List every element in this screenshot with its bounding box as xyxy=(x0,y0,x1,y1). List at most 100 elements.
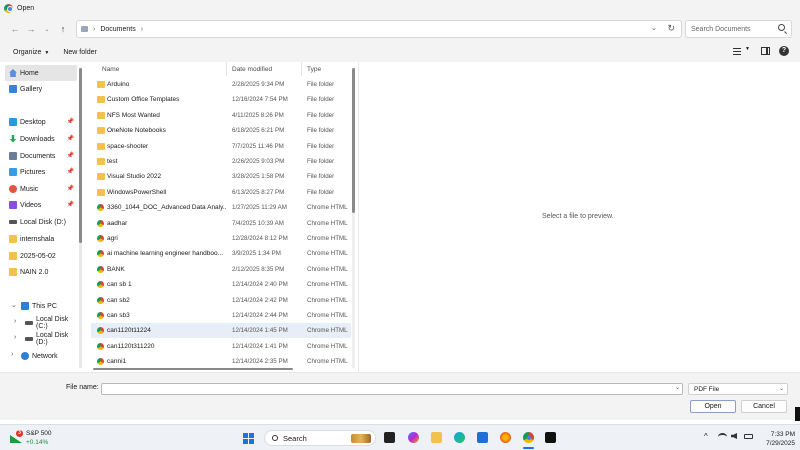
pane-divider xyxy=(358,62,359,372)
sidebar-item-pictures[interactable]: Pictures 📌 xyxy=(5,164,77,180)
help-icon[interactable]: ? xyxy=(779,46,789,56)
volume-icon[interactable] xyxy=(731,433,737,439)
file-row[interactable]: can1120t11224 12/14/2024 1:45 PM Chrome HT… xyxy=(91,323,351,339)
file-row[interactable]: BANK 2/12/2025 8:35 PM Chrome HTML xyxy=(91,262,351,277)
filetype-select[interactable]: PDF File ⌄ xyxy=(688,383,788,395)
chevron-down-icon[interactable]: ⌄ xyxy=(651,24,657,32)
sidebar-item-label: Pictures xyxy=(20,168,46,176)
edge-icon[interactable] xyxy=(454,432,465,443)
sidebar-item-music[interactable]: Music 📌 xyxy=(5,181,77,197)
chrome-icon[interactable] xyxy=(523,432,534,443)
refresh-icon[interactable]: ↻ xyxy=(667,23,675,34)
file-row[interactable]: NFS Most Wanted 4/11/2025 8:26 PM File fol… xyxy=(91,108,351,123)
scrollbar-thumb[interactable] xyxy=(352,68,355,213)
breadcrumb-separator-icon[interactable]: › xyxy=(93,26,95,33)
file-date: 12/16/2024 7:54 PM xyxy=(232,96,288,104)
open-button[interactable]: Open xyxy=(690,400,736,413)
horizontal-scrollbar[interactable] xyxy=(93,368,293,370)
terminal-icon[interactable] xyxy=(545,432,556,443)
file-row[interactable]: agri 12/28/2024 8:12 PM Chrome HTML xyxy=(91,231,351,246)
file-row[interactable]: can sb2 12/14/2024 2:42 PM Chrome HTML xyxy=(91,293,351,308)
firefox-icon[interactable] xyxy=(500,432,511,443)
file-type: Chrome HTML xyxy=(307,312,348,319)
folder-icon xyxy=(97,158,105,165)
file-row[interactable]: OneNote Notebooks 6/18/2025 6:21 PM File f… xyxy=(91,123,351,138)
sidebar-item-internshala[interactable]: internshala xyxy=(5,231,77,247)
file-list-scrollbar[interactable] xyxy=(352,68,355,368)
column-header-type[interactable]: Type xyxy=(307,62,321,76)
chevron-right-icon[interactable]: › xyxy=(11,351,13,358)
chevron-up-icon[interactable]: ^ xyxy=(704,432,708,441)
breadcrumb-documents[interactable]: Documents xyxy=(100,26,135,33)
windows-start-icon[interactable] xyxy=(243,433,254,444)
sidebar-item-desktop[interactable]: Desktop 📌 xyxy=(5,114,77,130)
file-name: space-shooter xyxy=(107,142,149,150)
chevron-down-icon[interactable]: ⌄ xyxy=(675,384,680,391)
sidebar-item-local-disk-c[interactable]: › Local Disk (C:) xyxy=(14,315,80,331)
file-row[interactable]: Arduino 2/28/2025 9:34 PM File folder xyxy=(91,77,351,92)
drive-icon xyxy=(25,321,33,325)
sidebar-item-videos[interactable]: Videos 📌 xyxy=(5,197,77,213)
task-view-icon[interactable] xyxy=(384,432,395,443)
search-icon xyxy=(272,435,278,441)
file-row[interactable]: Visual Studio 2022 3/28/2025 1:58 PM File … xyxy=(91,169,351,184)
search-icon[interactable] xyxy=(778,24,785,31)
file-row[interactable]: canni1 12/14/2024 2:35 PM Chrome HTML xyxy=(91,354,351,369)
preview-pane-icon[interactable] xyxy=(761,47,770,55)
sidebar-item-downloads[interactable]: Downloads 📌 xyxy=(5,131,77,147)
sidebar-item-network[interactable]: › Network xyxy=(11,348,78,364)
sidebar-item-home[interactable]: Home xyxy=(5,65,77,81)
column-divider[interactable] xyxy=(226,62,227,76)
clock[interactable]: 7:33 PM 7/29/2025 xyxy=(757,430,795,448)
folder-icon xyxy=(97,127,105,135)
file-row[interactable]: aadhar 7/4/2025 10:39 AM Chrome HTML xyxy=(91,216,351,231)
file-row[interactable]: 3360_1044_DOC_Advanced Data Analy... 1/27… xyxy=(91,200,351,215)
column-divider[interactable] xyxy=(301,62,302,76)
caret-down-icon: ▼ xyxy=(44,49,50,56)
recent-locations-chevron-icon[interactable]: ⌄ xyxy=(39,21,55,37)
search-input[interactable]: Search Documents xyxy=(685,20,792,38)
caret-down-icon[interactable]: ▼ xyxy=(745,46,750,52)
chevron-right-icon[interactable]: › xyxy=(14,318,16,325)
address-bar[interactable]: › Documents › ⌄ ↻ xyxy=(76,20,682,38)
store-icon[interactable] xyxy=(477,432,488,443)
sidebar-item-2025-05-02[interactable]: 2025-05-02 xyxy=(5,248,77,264)
battery-icon[interactable] xyxy=(744,434,753,439)
filename-input[interactable]: ⌄ xyxy=(101,383,683,395)
file-row[interactable]: WindowsPowerShell 6/13/2025 8:27 PM File f… xyxy=(91,185,351,200)
forward-arrow-icon[interactable]: → xyxy=(23,21,39,37)
up-arrow-icon[interactable]: ↑ xyxy=(55,21,71,37)
file-row[interactable]: ai machine learning engineer handboo... 3… xyxy=(91,246,351,261)
sidebar-item-local-disk-d-tree[interactable]: › Local Disk (D:) xyxy=(14,331,80,347)
scrollbar-thumb[interactable] xyxy=(79,68,82,243)
chevron-right-icon[interactable]: › xyxy=(14,334,16,341)
column-header-date[interactable]: Date modified xyxy=(232,62,272,76)
new-folder-button[interactable]: New folder xyxy=(63,49,96,56)
file-explorer-icon[interactable] xyxy=(431,432,442,443)
file-row[interactable]: Custom Office Templates 12/16/2024 7:54 P… xyxy=(91,92,351,107)
file-type: File folder xyxy=(307,188,335,196)
sidebar-item-gallery[interactable]: Gallery xyxy=(5,81,77,97)
sidebar-item-nain[interactable]: NAIN 2.0 xyxy=(5,264,77,280)
cancel-button[interactable]: Cancel xyxy=(741,400,787,413)
sidebar-item-documents[interactable]: Documents 📌 xyxy=(5,148,77,164)
column-header-name[interactable]: Name xyxy=(102,62,119,76)
file-row[interactable]: can sb 1 12/14/2024 2:40 PM Chrome HTML xyxy=(91,277,351,292)
taskbar-search[interactable]: Search xyxy=(264,430,376,446)
sidebar-scrollbar[interactable] xyxy=(79,68,82,368)
sidebar-item-label: internshala xyxy=(20,235,55,243)
chevron-down-icon[interactable]: ⌄ xyxy=(11,301,17,309)
view-options-icon[interactable] xyxy=(733,48,741,55)
file-row[interactable]: can1120t311220 12/14/2024 1:41 PM Chrome H… xyxy=(91,339,351,354)
file-row[interactable]: space-shooter 7/7/2025 11:46 PM File folde… xyxy=(91,139,351,154)
file-row[interactable]: test 2/26/2025 9:03 PM File folder xyxy=(91,154,351,169)
chevron-down-icon[interactable]: ⌄ xyxy=(779,384,784,395)
sidebar-item-this-pc[interactable]: ⌄ This PC xyxy=(11,298,78,314)
wifi-icon[interactable] xyxy=(718,433,727,441)
copilot-icon[interactable] xyxy=(408,432,419,443)
breadcrumb-separator-icon[interactable]: › xyxy=(141,26,143,33)
sidebar-item-local-disk-d[interactable]: Local Disk (D:) xyxy=(5,214,77,230)
back-arrow-icon[interactable]: ← xyxy=(7,21,23,37)
organize-button[interactable]: Organize ▼ xyxy=(13,49,49,56)
file-row[interactable]: can sb3 12/14/2024 2:44 PM Chrome HTML xyxy=(91,308,351,323)
